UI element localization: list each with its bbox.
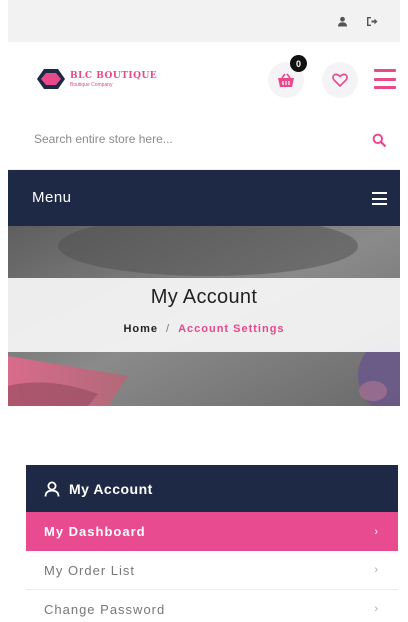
account-nav-change-password[interactable]: Change Password › <box>26 590 398 622</box>
breadcrumb-home-link[interactable]: Home <box>123 323 158 335</box>
chevron-right-icon: › <box>374 525 378 538</box>
menu-bar[interactable]: Menu <box>8 170 400 226</box>
site-header: BLC BOUTIQUE Boutique Company 0 <box>8 42 400 114</box>
cart-count-badge: 0 <box>290 55 307 72</box>
logo-tagline: Boutique Company <box>70 81 113 88</box>
logo-name: BLC BOUTIQUE <box>70 70 158 81</box>
wishlist-button[interactable] <box>322 62 358 98</box>
logout-icon[interactable] <box>364 13 380 29</box>
search-icon[interactable] <box>372 133 386 147</box>
breadcrumb-separator: / <box>166 323 171 335</box>
chevron-right-icon: › <box>374 603 378 615</box>
account-nav-label: My Dashboard <box>44 524 146 539</box>
menu-label: Menu <box>32 189 72 206</box>
search-bar <box>8 114 400 170</box>
account-nav-my-order-list[interactable]: My Order List › <box>26 551 398 590</box>
account-sidebar: My Account My Dashboard › My Order List … <box>26 465 398 622</box>
account-nav-my-dashboard[interactable]: My Dashboard › <box>26 512 398 551</box>
account-nav-label: My Order List <box>44 562 136 578</box>
brand-logo[interactable]: BLC BOUTIQUE Boutique Company <box>36 64 186 94</box>
breadcrumb: Home / Account Settings <box>8 323 400 335</box>
search-input[interactable] <box>34 124 354 154</box>
account-sidebar-title: My Account <box>69 480 153 497</box>
breadcrumb-current: Account Settings <box>178 323 285 335</box>
user-icon[interactable] <box>334 13 350 29</box>
hamburger-icon[interactable] <box>374 69 396 89</box>
page-banner: My Account Home / Account Settings <box>8 226 400 406</box>
account-nav-label: Change Password <box>44 601 166 617</box>
heart-icon <box>332 73 348 87</box>
cart-icon <box>278 73 294 87</box>
account-sidebar-header: My Account <box>26 465 398 512</box>
user-outline-icon <box>44 481 60 497</box>
top-utility-bar <box>8 0 400 42</box>
logo-mark-icon <box>37 69 65 89</box>
menu-toggle-icon[interactable] <box>372 192 387 205</box>
chevron-right-icon: › <box>374 564 378 576</box>
page-title: My Account <box>150 286 258 308</box>
